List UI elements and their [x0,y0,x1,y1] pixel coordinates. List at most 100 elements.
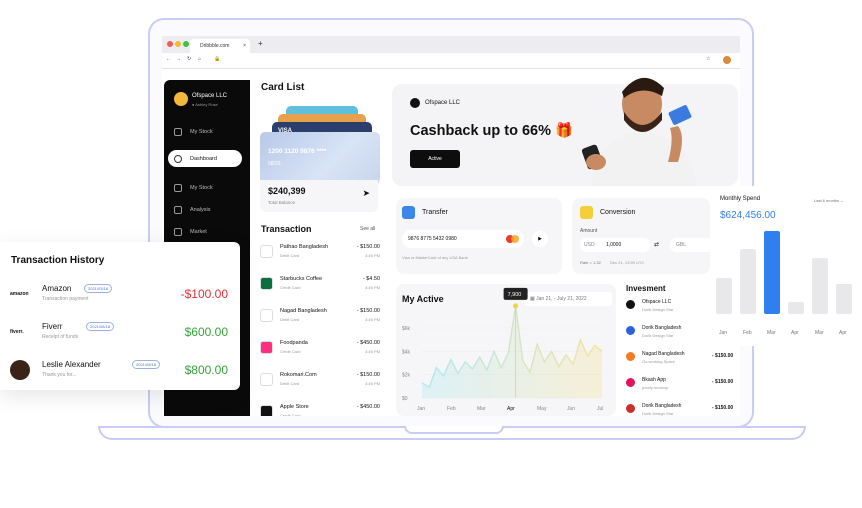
rate-date: Dec 21, 13:59 UTC [610,260,645,265]
period-dropdown[interactable]: Last 6 months ⌄ [814,198,844,203]
history-row[interactable]: amazon Amazon 2021/03/18 Transaction paymen… [10,282,232,312]
spend-bar[interactable] [812,257,828,314]
minimize-window-icon[interactable] [175,41,181,47]
investment-row[interactable]: Dorik Bangladesh Dorik Design Star - $150.… [626,402,740,416]
card-expiry: 08/23 [268,161,281,167]
investment-amount: - $150.00 [712,353,734,359]
to-currency-select[interactable]: GBL [670,238,710,252]
mastercard-icon-overlap [511,235,519,243]
history-name: Fiverr [42,322,63,331]
spend-month-label: Feb [743,330,752,336]
history-amount: $800.00 [184,363,228,377]
amount-label: Amount [580,228,598,234]
merchant-logo-icon [260,373,273,386]
conversion-panel: Conversion Amount USD 1,0000 ⇄ GBL Rate … [572,198,710,274]
see-all-link[interactable]: See all [360,226,375,232]
monthly-spend-card: Monthly Spend $624,456.00 Last 6 months … [710,186,862,346]
x-tick-label: Jun [567,406,575,412]
transaction-row[interactable]: Rokomari.Com Debit Card - $150.00 4:45 PM [260,370,380,398]
investment-amount: - $150.00 [712,405,734,411]
transaction-row[interactable]: Apple Store Credit Card - $450.00 [260,402,380,416]
transfer-send-button[interactable]: ▶ [532,231,548,247]
transaction-row[interactable]: Starbucks Coffee Credit Card - $4.50 4:45 P… [260,274,380,302]
brand-avatar [174,92,188,106]
history-row[interactable]: fiverr. Fiverr 2021/08/18 Receipt of funds $… [10,320,232,350]
history-logo [10,360,30,380]
send-icon[interactable]: ➤ [362,188,370,199]
investment-row[interactable]: Nagad Bangladesh Go-working Space - $150.0… [626,350,740,374]
from-currency-select[interactable]: USD [584,242,595,248]
to-currency: GBL [676,242,687,248]
back-icon[interactable]: ← [166,56,171,62]
sidebar-item-my-stock-2[interactable]: My Stock [174,184,213,192]
sidebar-item-label: My Stock [190,185,213,191]
transaction-history-card: Transaction History amazon Amazon 2021/03/… [0,242,240,390]
transaction-time: 4:45 PM [365,317,380,322]
x-tick-label: Jul [597,406,603,412]
y-tick-label: $6k [402,326,411,332]
card-number: 1200 1120 9876 **** [268,148,327,155]
spend-bar[interactable] [716,278,732,314]
transaction-sub: Credit Card [280,413,301,416]
highlight-point [513,303,519,309]
amount-input[interactable]: USD 1,0000 [580,238,650,252]
close-tab-icon[interactable]: × [243,39,246,53]
new-tab-button[interactable]: + [258,39,263,48]
card-number-field[interactable]: 9876 8775 5432 0980 [402,230,524,248]
promo-active-button[interactable]: Active [410,150,460,168]
transaction-time: 4:45 PM [365,349,380,354]
reload-icon[interactable]: ↻ [187,56,191,62]
investment-row[interactable]: Bkash App poorly mockup - $150.00 [626,376,740,400]
sidebar-item-label: Market [190,229,207,235]
transfer-panel: Transfer 9876 8775 5432 0980 ▶ Visa or M… [396,198,562,274]
forward-icon[interactable]: → [176,56,181,62]
browser-tab[interactable]: Dribbble.com × [190,39,250,53]
sidebar-item-label: Dashboard [190,155,217,162]
investment-name: Dorik Bangladesh [642,403,682,409]
sidebar-item-my-stock[interactable]: My Stock [174,128,213,136]
x-tick-label: Apr [507,406,515,412]
swap-icon[interactable]: ⇄ [654,241,659,248]
sidebar-item-analysis[interactable]: Analysis [174,206,210,214]
x-tick-label: Mar [477,406,486,412]
sidebar-item-market[interactable]: Market [174,228,207,236]
transaction-row[interactable]: Nagad Bangladesh Debit Card - $150.00 4:45 … [260,306,380,334]
investment-title: Invesment [626,284,666,293]
stock-icon [174,184,182,192]
transaction-sub: Credit Card [280,285,301,290]
x-tick-label: May [537,406,547,412]
spend-bar[interactable] [788,301,804,314]
analysis-icon [174,206,182,214]
investment-subtitle: Dorik Design Star [642,411,674,416]
spend-bar[interactable] [836,283,852,314]
close-window-icon[interactable] [167,41,173,47]
transaction-sub: Debit Card [280,317,300,322]
merchant-logo-icon [260,309,273,322]
spend-bar[interactable] [764,230,780,314]
maximize-window-icon[interactable] [183,41,189,47]
transfer-icon [402,206,415,219]
rate-text: Rate = 1.32 [580,260,601,265]
history-amount: $600.00 [184,325,228,339]
transaction-title: Transaction [261,224,312,234]
transaction-row[interactable]: Pathao Bangladesh Debit Card - $150.00 4:45… [260,242,380,270]
history-row[interactable]: Leslie Alexander 2021/08/18 Thank you for.… [10,358,232,388]
transaction-time: 4:45 PM [365,381,380,386]
profile-avatar[interactable] [723,56,731,64]
home-icon[interactable]: ⌂ [198,56,201,62]
bank-card-front[interactable]: 1200 1120 9876 **** 08/23 [260,132,380,184]
brand-subtitle: ● Ashley Rose [192,102,218,107]
star-icon[interactable]: ☆ [706,56,710,62]
sidebar-item-dashboard[interactable]: Dashboard [168,150,242,167]
transaction-name: Apple Store [280,404,309,410]
history-subtitle: Transaction payment [42,296,89,302]
promo-company: Ofspace LLC [425,100,461,106]
transaction-row[interactable]: Foodpanda Credit Card - $450.00 4:45 PM [260,338,380,366]
spend-month-label: Apr [791,330,799,336]
transaction-sub: Credit Card [280,349,301,354]
spend-bar[interactable] [740,248,756,314]
transaction-history-title: Transaction History [11,255,105,266]
transfer-title: Transfer [422,209,448,216]
transaction-amount: - $150.00 [356,308,380,314]
investment-subtitle: Go-working Space [642,359,675,364]
